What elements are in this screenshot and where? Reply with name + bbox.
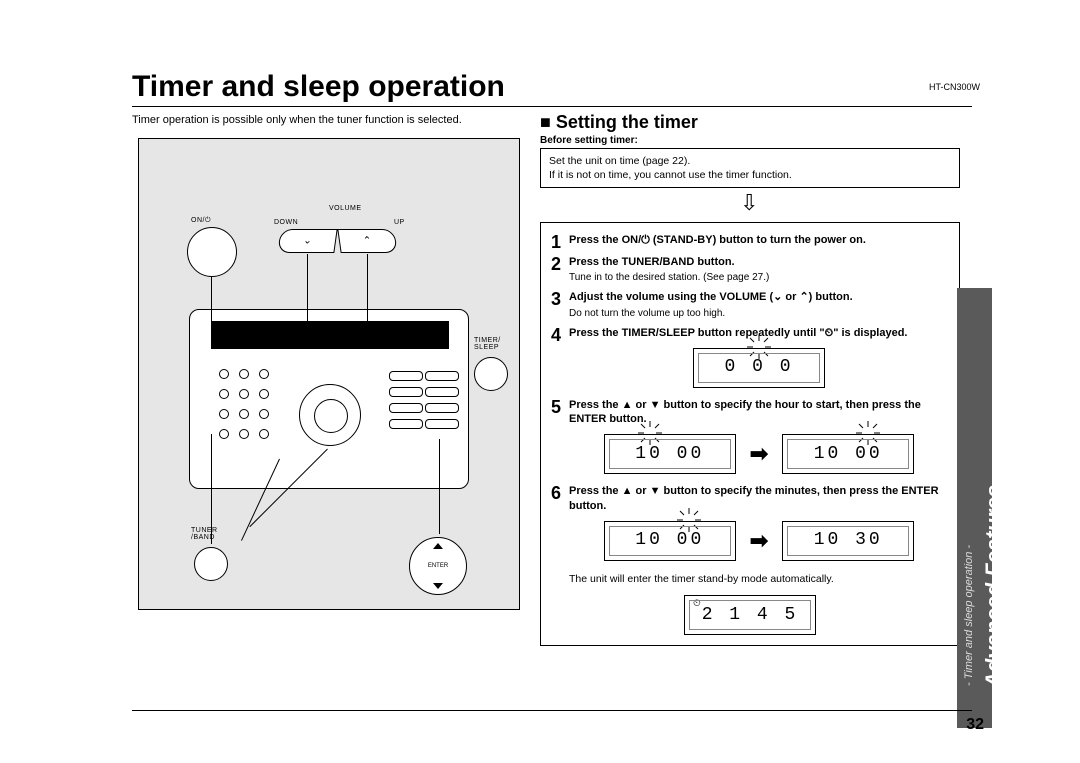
model-code: HT-CN300W xyxy=(929,82,980,92)
device-figure: ON/⏻ VOLUME DOWN UP ⌄ ⌃ xyxy=(138,138,520,610)
lcd-display: 10 00 xyxy=(604,434,736,474)
side-tab: - Timer and sleep operation - Advanced F… xyxy=(957,288,992,728)
step-num: 5 xyxy=(551,398,569,416)
center-dial xyxy=(299,384,361,446)
before-box: Set the unit on time (page 22). If it is… xyxy=(540,148,960,188)
step-title: Adjust the volume using the VOLUME (⌄ or… xyxy=(569,291,853,303)
lcd-text: 2 1 4 5 xyxy=(689,600,811,630)
step-1: 1 Press the ON/⏻ (STAND-BY) button to tu… xyxy=(551,233,949,251)
lcd-text: 10 00 xyxy=(609,439,731,469)
label-up: UP xyxy=(394,219,405,226)
step-2: 2 Press the TUNER/BAND button. Tune in t… xyxy=(551,255,949,286)
step-4: 4 Press the TIMER/SLEEP button repeatedl… xyxy=(551,326,949,394)
step-3: 3 Adjust the volume using the VOLUME (⌄ … xyxy=(551,290,949,321)
label-volume: VOLUME xyxy=(329,205,362,212)
step-6: 6 Press the ▲ or ▼ button to specify the… xyxy=(551,484,949,567)
arrow-right-icon: ➡ xyxy=(750,527,768,556)
label-enter: ENTER xyxy=(428,563,448,569)
timer-sleep-knob xyxy=(474,357,508,391)
tuner-band-knob xyxy=(194,547,228,581)
side-title: Advanced Features xyxy=(981,485,1007,688)
divider xyxy=(132,710,972,711)
before-line2: If it is not on time, you cannot use the… xyxy=(549,168,951,182)
before-label: Before setting timer: xyxy=(540,135,638,146)
lcd-text: 10 00 xyxy=(787,439,909,469)
label-down: DOWN xyxy=(274,219,298,226)
lcd-text: 10 30 xyxy=(787,526,909,556)
label-timer-sleep: TIMER/ SLEEP xyxy=(474,337,501,351)
before-line1: Set the unit on time (page 22). xyxy=(549,154,951,168)
label-tuner-band: TUNER /BAND xyxy=(191,527,218,541)
step-num: 6 xyxy=(551,484,569,502)
section-heading: Setting the timer xyxy=(540,112,698,133)
label-on: ON/⏻ xyxy=(191,217,211,225)
intro-text: Timer operation is possible only when th… xyxy=(132,114,462,126)
step-title: Press the ▲ or ▼ button to specify the m… xyxy=(569,485,939,511)
step-num: 1 xyxy=(551,233,569,251)
volume-down-button: ⌄ xyxy=(277,229,337,253)
step-title: Press the TUNER/BAND button. xyxy=(569,256,735,268)
lcd-text: 0 0 0 xyxy=(698,353,820,383)
step-title: Press the TIMER/SLEEP button repeatedly … xyxy=(569,327,908,339)
unit-panel xyxy=(189,309,469,489)
down-arrow-icon: ⇩ xyxy=(740,192,758,214)
steps-box: 1 Press the ON/⏻ (STAND-BY) button to tu… xyxy=(540,222,960,646)
volume-up-button: ⌃ xyxy=(337,229,397,253)
step-sub: Tune in to the desired station. (See pag… xyxy=(569,271,949,284)
on-knob xyxy=(187,227,237,277)
side-subtitle: - Timer and sleep operation - xyxy=(963,545,975,686)
step-num: 2 xyxy=(551,255,569,273)
unit-display xyxy=(211,321,449,349)
step-num: 4 xyxy=(551,326,569,344)
lcd-display: 0 0 0 xyxy=(693,348,825,388)
lcd-display: ⏲ 2 1 4 5 xyxy=(684,595,816,635)
lcd-display: 10 30 xyxy=(782,521,914,561)
lcd-display: 10 00 xyxy=(604,521,736,561)
final-note: The unit will enter the timer stand-by m… xyxy=(569,573,949,585)
page-number: 32 xyxy=(966,716,984,734)
enter-button: ENTER xyxy=(409,537,467,595)
step-title: Press the ON/⏻ (STAND-BY) button to turn… xyxy=(569,234,866,246)
arrow-right-icon: ➡ xyxy=(750,440,768,469)
page-title: Timer and sleep operation xyxy=(132,70,505,104)
step-num: 3 xyxy=(551,290,569,308)
step-5: 5 Press the ▲ or ▼ button to specify the… xyxy=(551,398,949,481)
lcd-display: 10 00 xyxy=(782,434,914,474)
divider xyxy=(132,106,972,107)
lcd-text: 10 00 xyxy=(609,526,731,556)
step-sub: Do not turn the volume up too high. xyxy=(569,307,949,320)
